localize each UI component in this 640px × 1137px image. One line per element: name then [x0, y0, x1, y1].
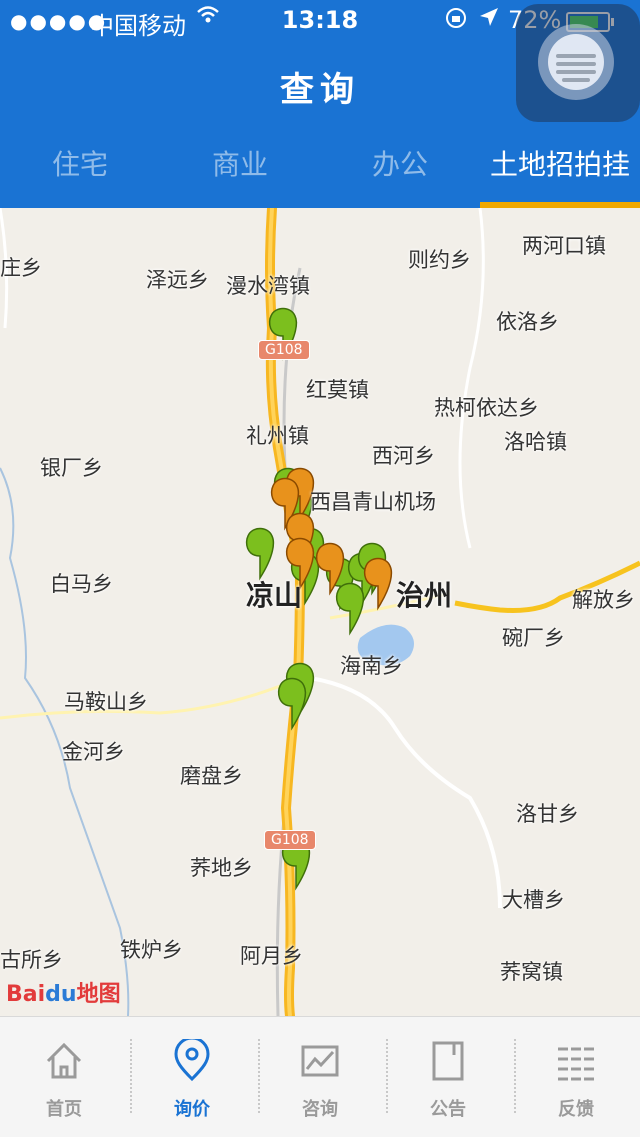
rotation-lock-icon — [444, 6, 468, 36]
place-label: 洛甘乡 — [516, 802, 579, 826]
place-label: 铁炉乡 — [120, 938, 183, 962]
place-label: 礼州镇 — [246, 424, 309, 448]
location-pin-icon — [174, 1039, 210, 1082]
place-label: 海南乡 — [340, 654, 403, 678]
place-label: 则约乡 — [408, 248, 471, 272]
bottom-tab-label: 询价 — [174, 1099, 210, 1120]
place-label: 荞窝镇 — [500, 960, 563, 984]
place-label: 庄乡 — [0, 256, 42, 280]
bottom-tab-label: 首页 — [46, 1099, 82, 1120]
bottom-tab-home[interactable]: 首页 — [0, 1017, 128, 1137]
place-label: 银厂乡 — [40, 456, 103, 480]
location-arrow-icon — [478, 6, 500, 34]
place-label: 荞地乡 — [190, 856, 253, 880]
place-label: 白马乡 — [50, 572, 113, 596]
home-icon — [46, 1042, 82, 1079]
place-label: 金河乡 — [62, 740, 125, 764]
bottom-tab-label: 咨询 — [302, 1099, 338, 1120]
bottom-tab-label: 反馈 — [558, 1099, 594, 1120]
road-shield-g108-south: G108 — [264, 830, 316, 850]
road-shield-g108-north: G108 — [258, 340, 310, 360]
chart-icon — [301, 1045, 339, 1077]
bottom-tab-announcement[interactable]: 公告 — [384, 1017, 512, 1137]
tab-land-auction[interactable]: 土地招拍挂 — [480, 128, 640, 208]
map-view[interactable]: G108 G108 两河口镇 则约乡 庄乡 泽远乡 漫水湾镇 依洛乡 红莫镇 热… — [0, 208, 640, 1016]
bottom-tab-inquiry[interactable]: 询价 — [128, 1017, 256, 1137]
tab-residential[interactable]: 住宅 — [0, 128, 160, 208]
bottom-tab-label: 公告 — [430, 1099, 466, 1120]
feedback-icon — [558, 1047, 594, 1081]
place-label: 解放乡 — [572, 588, 635, 612]
assistive-touch-button[interactable] — [516, 4, 640, 122]
place-label: 碗厂乡 — [502, 626, 565, 650]
place-label: 红莫镇 — [306, 378, 369, 402]
place-label: 两河口镇 — [522, 234, 606, 258]
bottom-tab-feedback[interactable]: 反馈 — [512, 1017, 640, 1137]
place-label: 治州 — [396, 579, 453, 612]
place-label: 洛哈镇 — [504, 430, 567, 454]
place-label: 泽远乡 — [146, 268, 209, 292]
tab-office[interactable]: 办公 — [320, 128, 480, 208]
place-label: 磨盘乡 — [180, 764, 243, 788]
bottom-tab-consult[interactable]: 咨询 — [256, 1017, 384, 1137]
place-label: 漫水湾镇 — [226, 274, 310, 298]
place-label: 西昌青山机场 — [310, 490, 436, 514]
category-tabs: 住宅 商业 办公 土地招拍挂 — [0, 128, 640, 208]
place-label: 马鞍山乡 — [64, 690, 148, 714]
place-label: 阿月乡 — [240, 944, 303, 968]
place-label: 凉山 — [246, 579, 303, 612]
place-label: 热柯依达乡 — [434, 396, 539, 420]
tab-commercial[interactable]: 商业 — [160, 128, 320, 208]
place-label: 古所乡 — [0, 948, 63, 972]
bottom-tab-bar: 首页 询价 咨询 公告 反馈 — [0, 1016, 640, 1137]
place-label: 西河乡 — [372, 444, 435, 468]
document-icon — [432, 1041, 464, 1081]
baidu-map-logo: Baidu地图 — [6, 982, 121, 1007]
place-label: 大槽乡 — [502, 888, 565, 912]
place-label: 依洛乡 — [496, 310, 559, 334]
